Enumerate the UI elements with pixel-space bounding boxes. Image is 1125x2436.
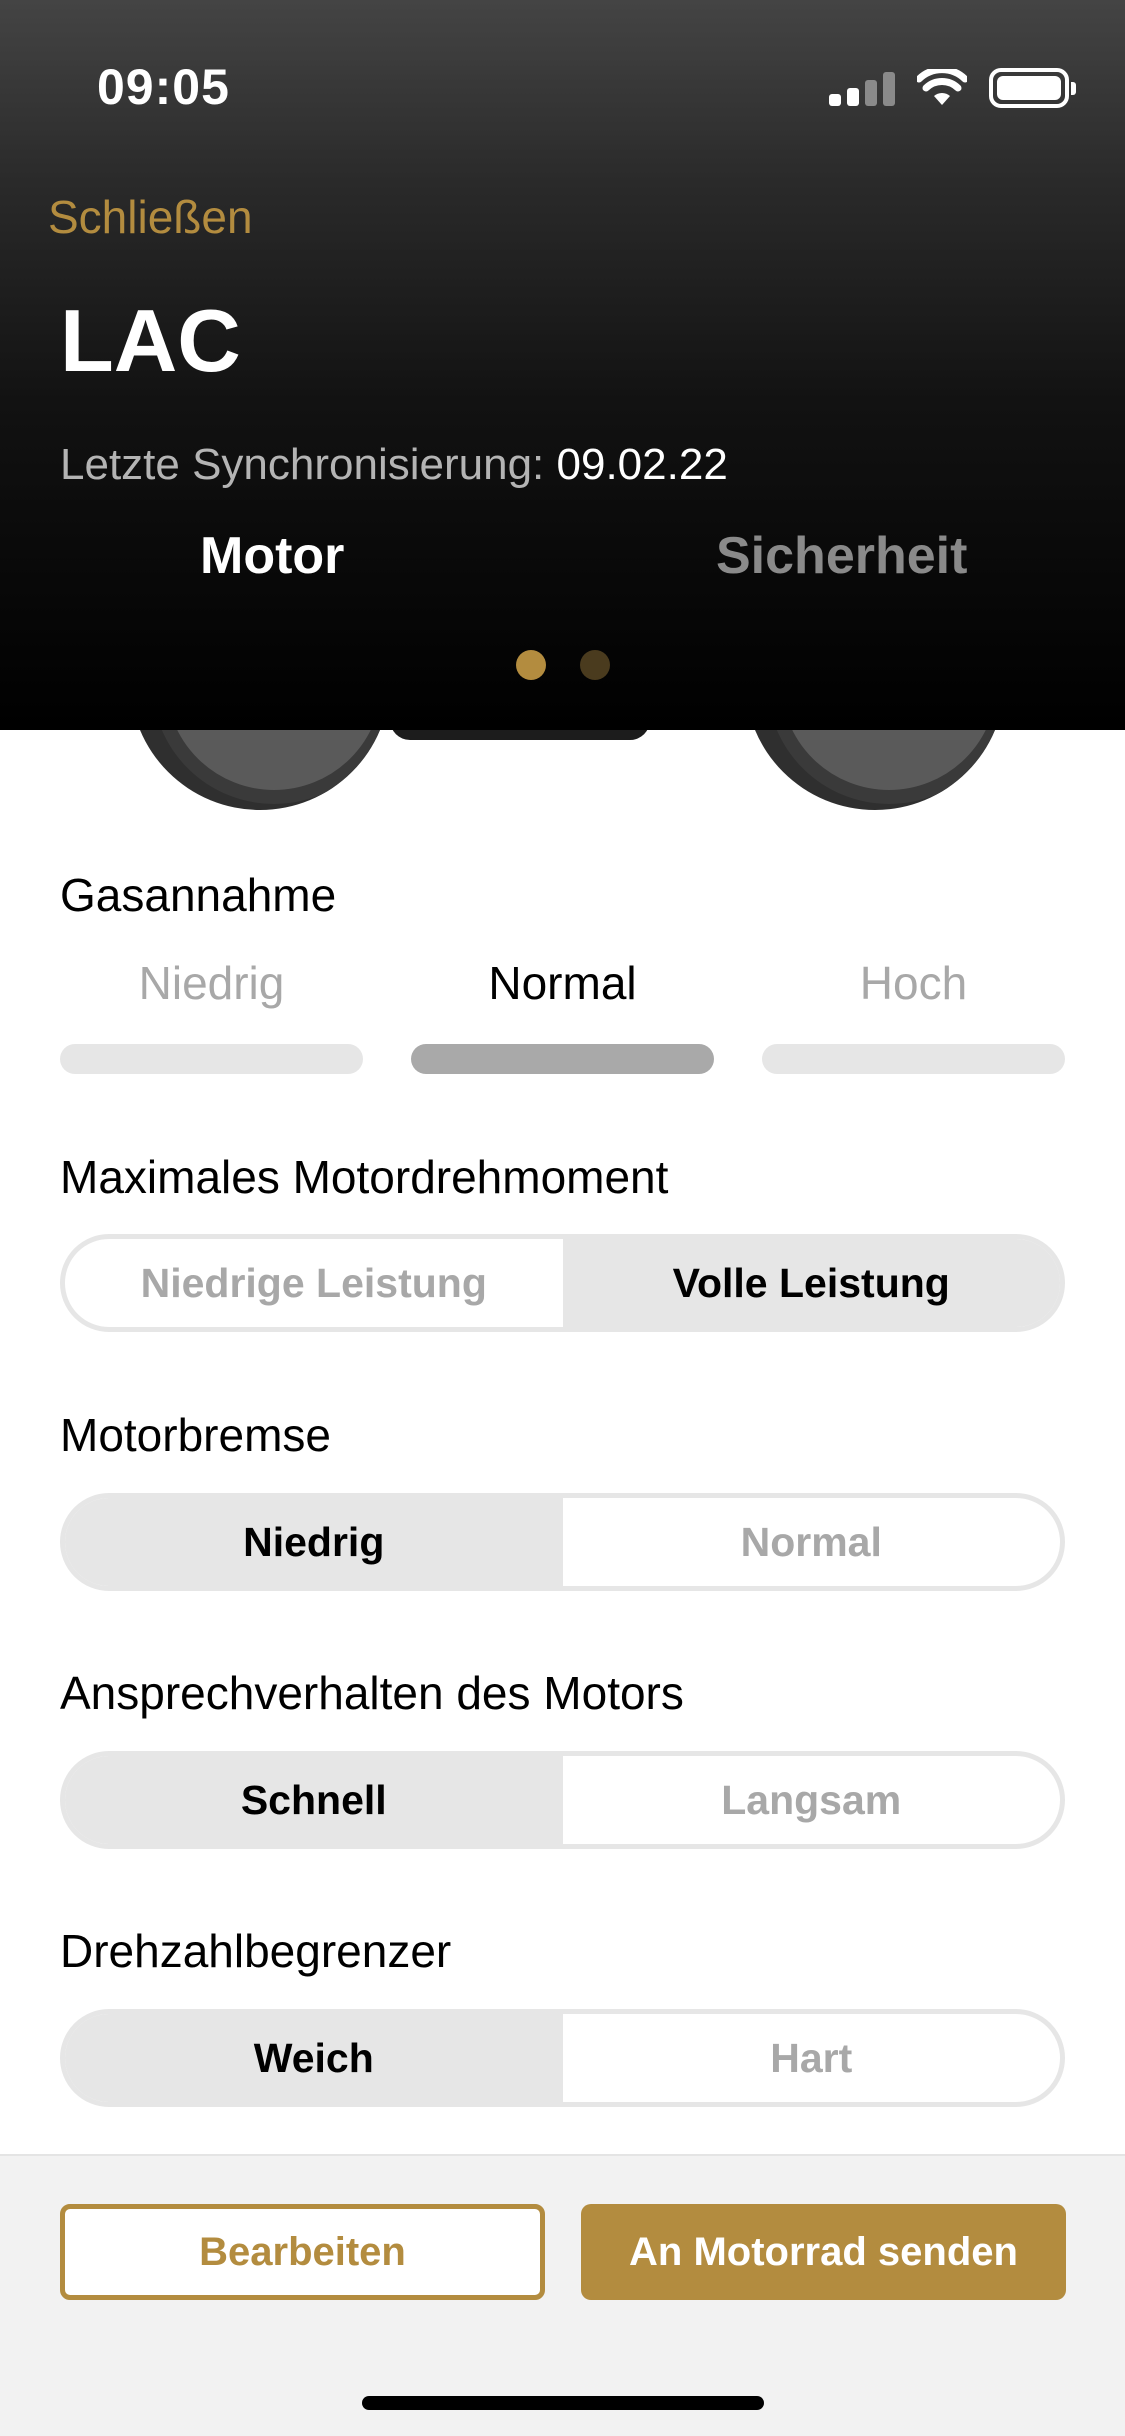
page-dot-active[interactable] <box>515 650 546 680</box>
home-indicator[interactable] <box>362 2396 764 2410</box>
torque-option-full[interactable]: Volle Leistung <box>562 1239 1060 1327</box>
throttle-bar-low[interactable] <box>60 1044 363 1074</box>
footer-actions: Bearbeiten An Motorrad senden <box>0 2154 1125 2436</box>
throttle-bar-high[interactable] <box>762 1044 1065 1074</box>
engine-brake-title: Motorbremse <box>60 1409 331 1461</box>
rev-limiter-toggle: Weich Hart <box>60 2009 1065 2107</box>
throttle-options: Niedrig Normal Hoch <box>60 956 1065 1010</box>
wifi-icon <box>917 69 967 105</box>
engine-brake-option-normal[interactable]: Normal <box>563 1498 1061 1586</box>
battery-icon <box>989 68 1076 108</box>
engine-brake-toggle: Niedrig Normal <box>60 1493 1065 1591</box>
status-icons <box>829 66 1076 110</box>
rev-limiter-option-soft[interactable]: Weich <box>65 2014 563 2102</box>
sync-label: Letzte Synchronisierung: <box>60 440 545 489</box>
throttle-option-low[interactable]: Niedrig <box>60 956 363 1010</box>
tab-security[interactable]: Sicherheit <box>716 526 967 586</box>
engine-response-option-slow[interactable]: Langsam <box>563 1756 1061 1844</box>
throttle-bar-normal[interactable] <box>411 1044 714 1074</box>
sync-info: Letzte Synchronisierung: 09.02.22 <box>60 440 728 490</box>
engine-response-option-fast[interactable]: Schnell <box>65 1756 563 1844</box>
torque-toggle: Niedrige Leistung Volle Leistung <box>60 1234 1065 1332</box>
status-time: 09:05 <box>97 59 230 115</box>
page-indicator <box>0 650 1125 680</box>
throttle-option-normal[interactable]: Normal <box>411 956 714 1010</box>
rev-limiter-title: Drehzahlbegrenzer <box>60 1925 452 1977</box>
engine-brake-option-low[interactable]: Niedrig <box>65 1498 563 1586</box>
throttle-title: Gasannahme <box>60 869 337 921</box>
sync-date: 09.02.22 <box>556 440 728 489</box>
throttle-level-bars <box>60 1044 1065 1074</box>
throttle-option-high[interactable]: Hoch <box>762 956 1065 1010</box>
engine-response-toggle: Schnell Langsam <box>60 1751 1065 1849</box>
torque-title: Maximales Motordrehmoment <box>60 1151 669 1203</box>
close-button[interactable]: Schließen <box>48 190 253 244</box>
engine-response-title: Ansprechverhalten des Motors <box>60 1667 684 1719</box>
send-to-motorcycle-button[interactable]: An Motorrad senden <box>581 2204 1066 2300</box>
cellular-signal-icon <box>829 70 895 106</box>
page-dot[interactable] <box>579 650 610 680</box>
header: 09:05 Schließen LAC Letzte Synchronisier… <box>0 0 1125 730</box>
page-title: LAC <box>60 291 241 390</box>
rev-limiter-option-hard[interactable]: Hart <box>563 2014 1061 2102</box>
tab-motor[interactable]: Motor <box>200 526 344 586</box>
edit-button[interactable]: Bearbeiten <box>60 2204 545 2300</box>
torque-option-low[interactable]: Niedrige Leistung <box>65 1239 563 1327</box>
